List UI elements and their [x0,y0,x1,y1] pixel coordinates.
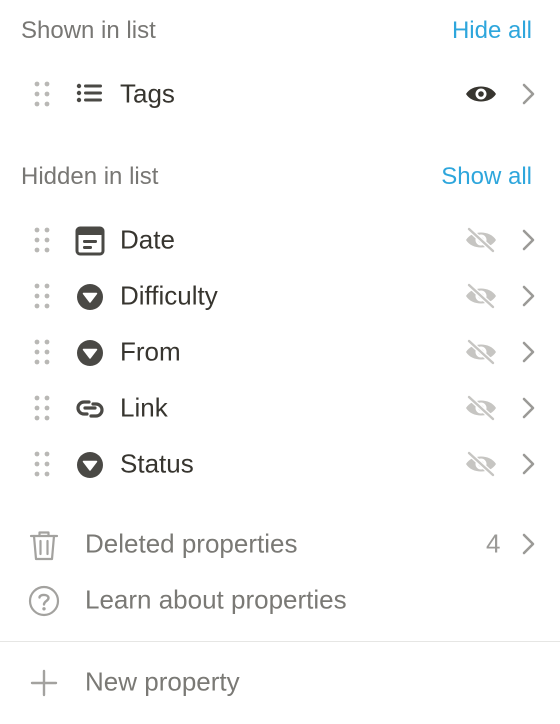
drag-handle-icon[interactable] [33,451,51,477]
chevron-right-icon[interactable] [516,396,540,420]
property-row-link[interactable]: Link [0,380,560,436]
drag-handle-icon[interactable] [33,395,51,421]
learn-about-properties-row[interactable]: Learn about properties [0,572,560,628]
trash-icon [27,528,61,562]
calendar-icon [74,225,106,257]
new-property-button[interactable]: New property [0,654,560,710]
plus-icon [27,666,61,700]
chevron-right-icon[interactable] [516,284,540,308]
eye-slash-icon[interactable] [464,225,498,255]
select-icon [74,281,106,313]
select-icon [74,449,106,481]
property-row-difficulty[interactable]: Difficulty [0,268,560,324]
drag-handle-icon[interactable] [33,81,51,107]
shown-section-header: Shown in list Hide all [0,13,560,49]
select-icon [74,337,106,369]
chevron-right-icon[interactable] [516,532,540,556]
property-label: Tags [120,78,175,109]
deleted-properties-row[interactable]: Deleted properties 4 [0,516,560,572]
question-icon [27,584,61,618]
list-icon [74,79,106,111]
property-row-from[interactable]: From [0,324,560,380]
eye-icon[interactable] [464,79,498,109]
chevron-right-icon[interactable] [516,82,540,106]
shown-section-title: Shown in list [21,17,156,44]
show-all-button[interactable]: Show all [441,163,532,191]
hidden-section-title: Hidden in list [21,163,159,190]
property-label: Link [120,392,168,423]
property-row-date[interactable]: Date [0,212,560,268]
chevron-right-icon[interactable] [516,228,540,252]
property-label: Status [120,448,194,479]
eye-slash-icon[interactable] [464,337,498,367]
eye-slash-icon[interactable] [464,393,498,423]
drag-handle-icon[interactable] [33,283,51,309]
property-row-tags[interactable]: Tags [0,66,560,122]
divider [0,641,560,642]
hidden-section-header: Hidden in list Show all [0,159,560,195]
property-label: Difficulty [120,280,218,311]
deleted-properties-count: 4 [486,528,501,559]
hide-all-button[interactable]: Hide all [452,17,532,45]
drag-handle-icon[interactable] [33,227,51,253]
learn-about-properties-label: Learn about properties [85,584,347,615]
eye-slash-icon[interactable] [464,281,498,311]
drag-handle-icon[interactable] [33,339,51,365]
chevron-right-icon[interactable] [516,452,540,476]
property-label: From [120,336,181,367]
eye-slash-icon[interactable] [464,449,498,479]
deleted-properties-label: Deleted properties [85,528,298,559]
link-icon [74,393,106,425]
property-row-status[interactable]: Status [0,436,560,492]
property-label: Date [120,224,175,255]
chevron-right-icon[interactable] [516,340,540,364]
new-property-label: New property [85,666,240,697]
